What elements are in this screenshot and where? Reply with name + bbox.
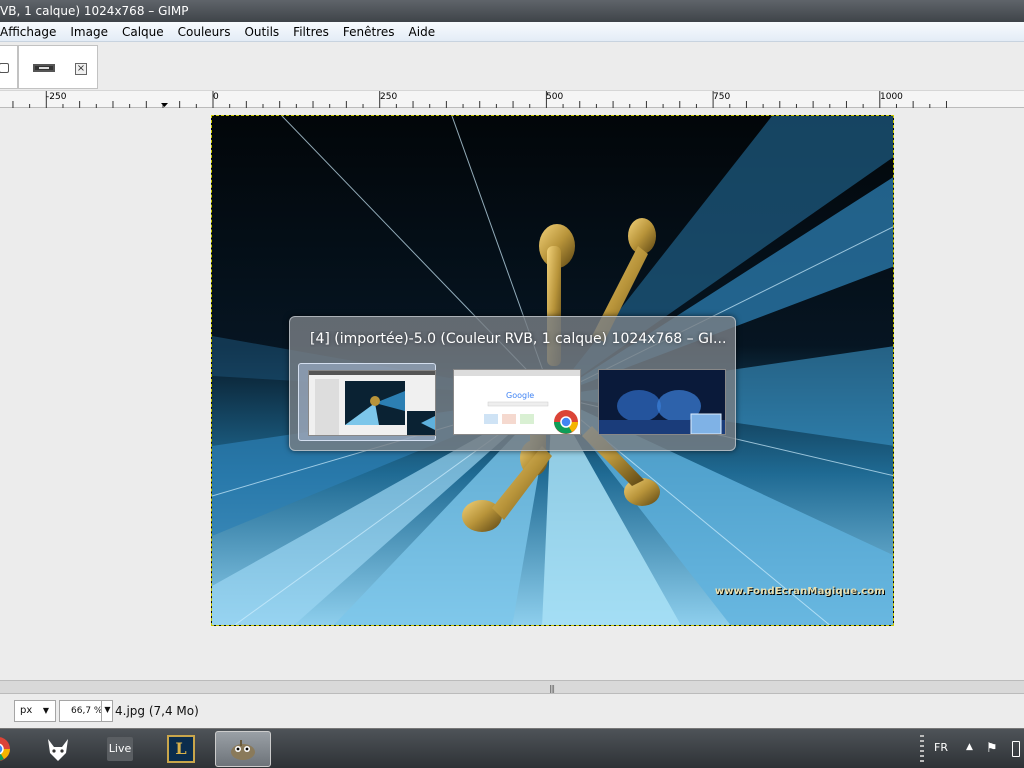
league-of-legends-icon: L (167, 735, 195, 763)
menu-fenetres[interactable]: Fenêtres (336, 22, 402, 42)
image-tab-previous[interactable] (0, 45, 18, 89)
chevron-down-icon: ▼ (42, 706, 49, 715)
show-hidden-icons-icon[interactable]: ▲ (966, 742, 973, 752)
file-info: 4.jpg (7,4 Mo) (115, 704, 199, 718)
tray-grip-icon[interactable] (920, 735, 924, 763)
ruler-label-0: 0 (213, 92, 219, 102)
battery-icon[interactable] (1012, 741, 1020, 757)
ruler-pointer-marker (161, 103, 168, 107)
image-thumbnail-icon (33, 64, 55, 72)
switcher-item-chrome[interactable]: Google (444, 363, 582, 441)
menu-outils[interactable]: Outils (237, 22, 286, 42)
ruler-label-500: 500 (546, 92, 564, 102)
taskbar-chrome-button[interactable] (0, 731, 26, 767)
switcher-item-desktop[interactable] (589, 363, 727, 441)
fox-icon (48, 739, 68, 761)
image-tab-bar: × (0, 43, 1024, 91)
close-icon[interactable]: × (75, 63, 87, 75)
menu-aide[interactable]: Aide (402, 22, 443, 42)
menu-image[interactable]: Image (63, 22, 115, 42)
menu-bar: Affichage Image Calque Couleurs Outils F… (0, 22, 1024, 42)
ruler-label-250: 250 (380, 92, 398, 102)
gimp-window-thumbnail (308, 370, 436, 436)
image-tab-current[interactable]: × (18, 45, 98, 89)
unit-value: px (20, 705, 33, 716)
horizontal-ruler[interactable]: -250 0 250 500 750 1000 (0, 91, 1024, 108)
ruler-label-1000: 1000 (880, 92, 903, 102)
window-title-bar: VB, 1 calque) 1024x768 – GIMP (0, 0, 1024, 22)
switcher-title: [4] (importée)-5.0 (Couleur RVB, 1 calqu… (310, 331, 727, 347)
tab-thumbnail-icon (0, 63, 9, 73)
unit-dropdown[interactable]: px ▼ (14, 700, 56, 722)
zoom-chevron-down-icon[interactable]: ▼ (101, 700, 113, 722)
window-switcher: [4] (importée)-5.0 (Couleur RVB, 1 calqu… (289, 316, 736, 451)
taskbar-foxit-button[interactable] (30, 731, 86, 767)
taskbar-lol-button[interactable]: L (153, 731, 209, 767)
window-title: VB, 1 calque) 1024x768 – GIMP (0, 4, 189, 18)
horizontal-scrollbar[interactable]: ||| (0, 680, 1024, 694)
language-indicator[interactable]: FR (934, 741, 948, 754)
chrome-icon (0, 737, 10, 761)
desktop-thumbnail (598, 369, 726, 435)
taskbar-live-button[interactable]: Live (92, 731, 148, 767)
ruler-label-750: 750 (713, 92, 731, 102)
switcher-item-gimp[interactable] (298, 363, 436, 441)
action-center-flag-icon[interactable]: ⚑ (986, 741, 998, 756)
zoom-value: 66,7 % (71, 706, 103, 716)
taskbar-gimp-button[interactable] (215, 731, 271, 767)
taskbar: Live L FR ▲ ⚑ (0, 728, 1024, 768)
svg-text:Google: Google (506, 391, 534, 400)
status-bar: px ▼ 66,7 % ▼ 4.jpg (7,4 Mo) (0, 694, 1024, 728)
live-icon: Live (107, 737, 133, 761)
menu-calque[interactable]: Calque (115, 22, 171, 42)
image-watermark: www.FondEcranMagique.com (714, 586, 885, 597)
chrome-window-thumbnail: Google (453, 369, 581, 435)
ruler-ticks (12, 91, 947, 108)
menu-filtres[interactable]: Filtres (286, 22, 336, 42)
gimp-icon (231, 740, 255, 760)
ruler-label-neg250: -250 (46, 92, 67, 102)
system-tray: FR ▲ ⚑ (914, 729, 1024, 768)
scrollbar-grip-icon[interactable]: ||| (549, 684, 555, 693)
menu-couleurs[interactable]: Couleurs (171, 22, 238, 42)
menu-affichage[interactable]: Affichage (0, 22, 63, 42)
